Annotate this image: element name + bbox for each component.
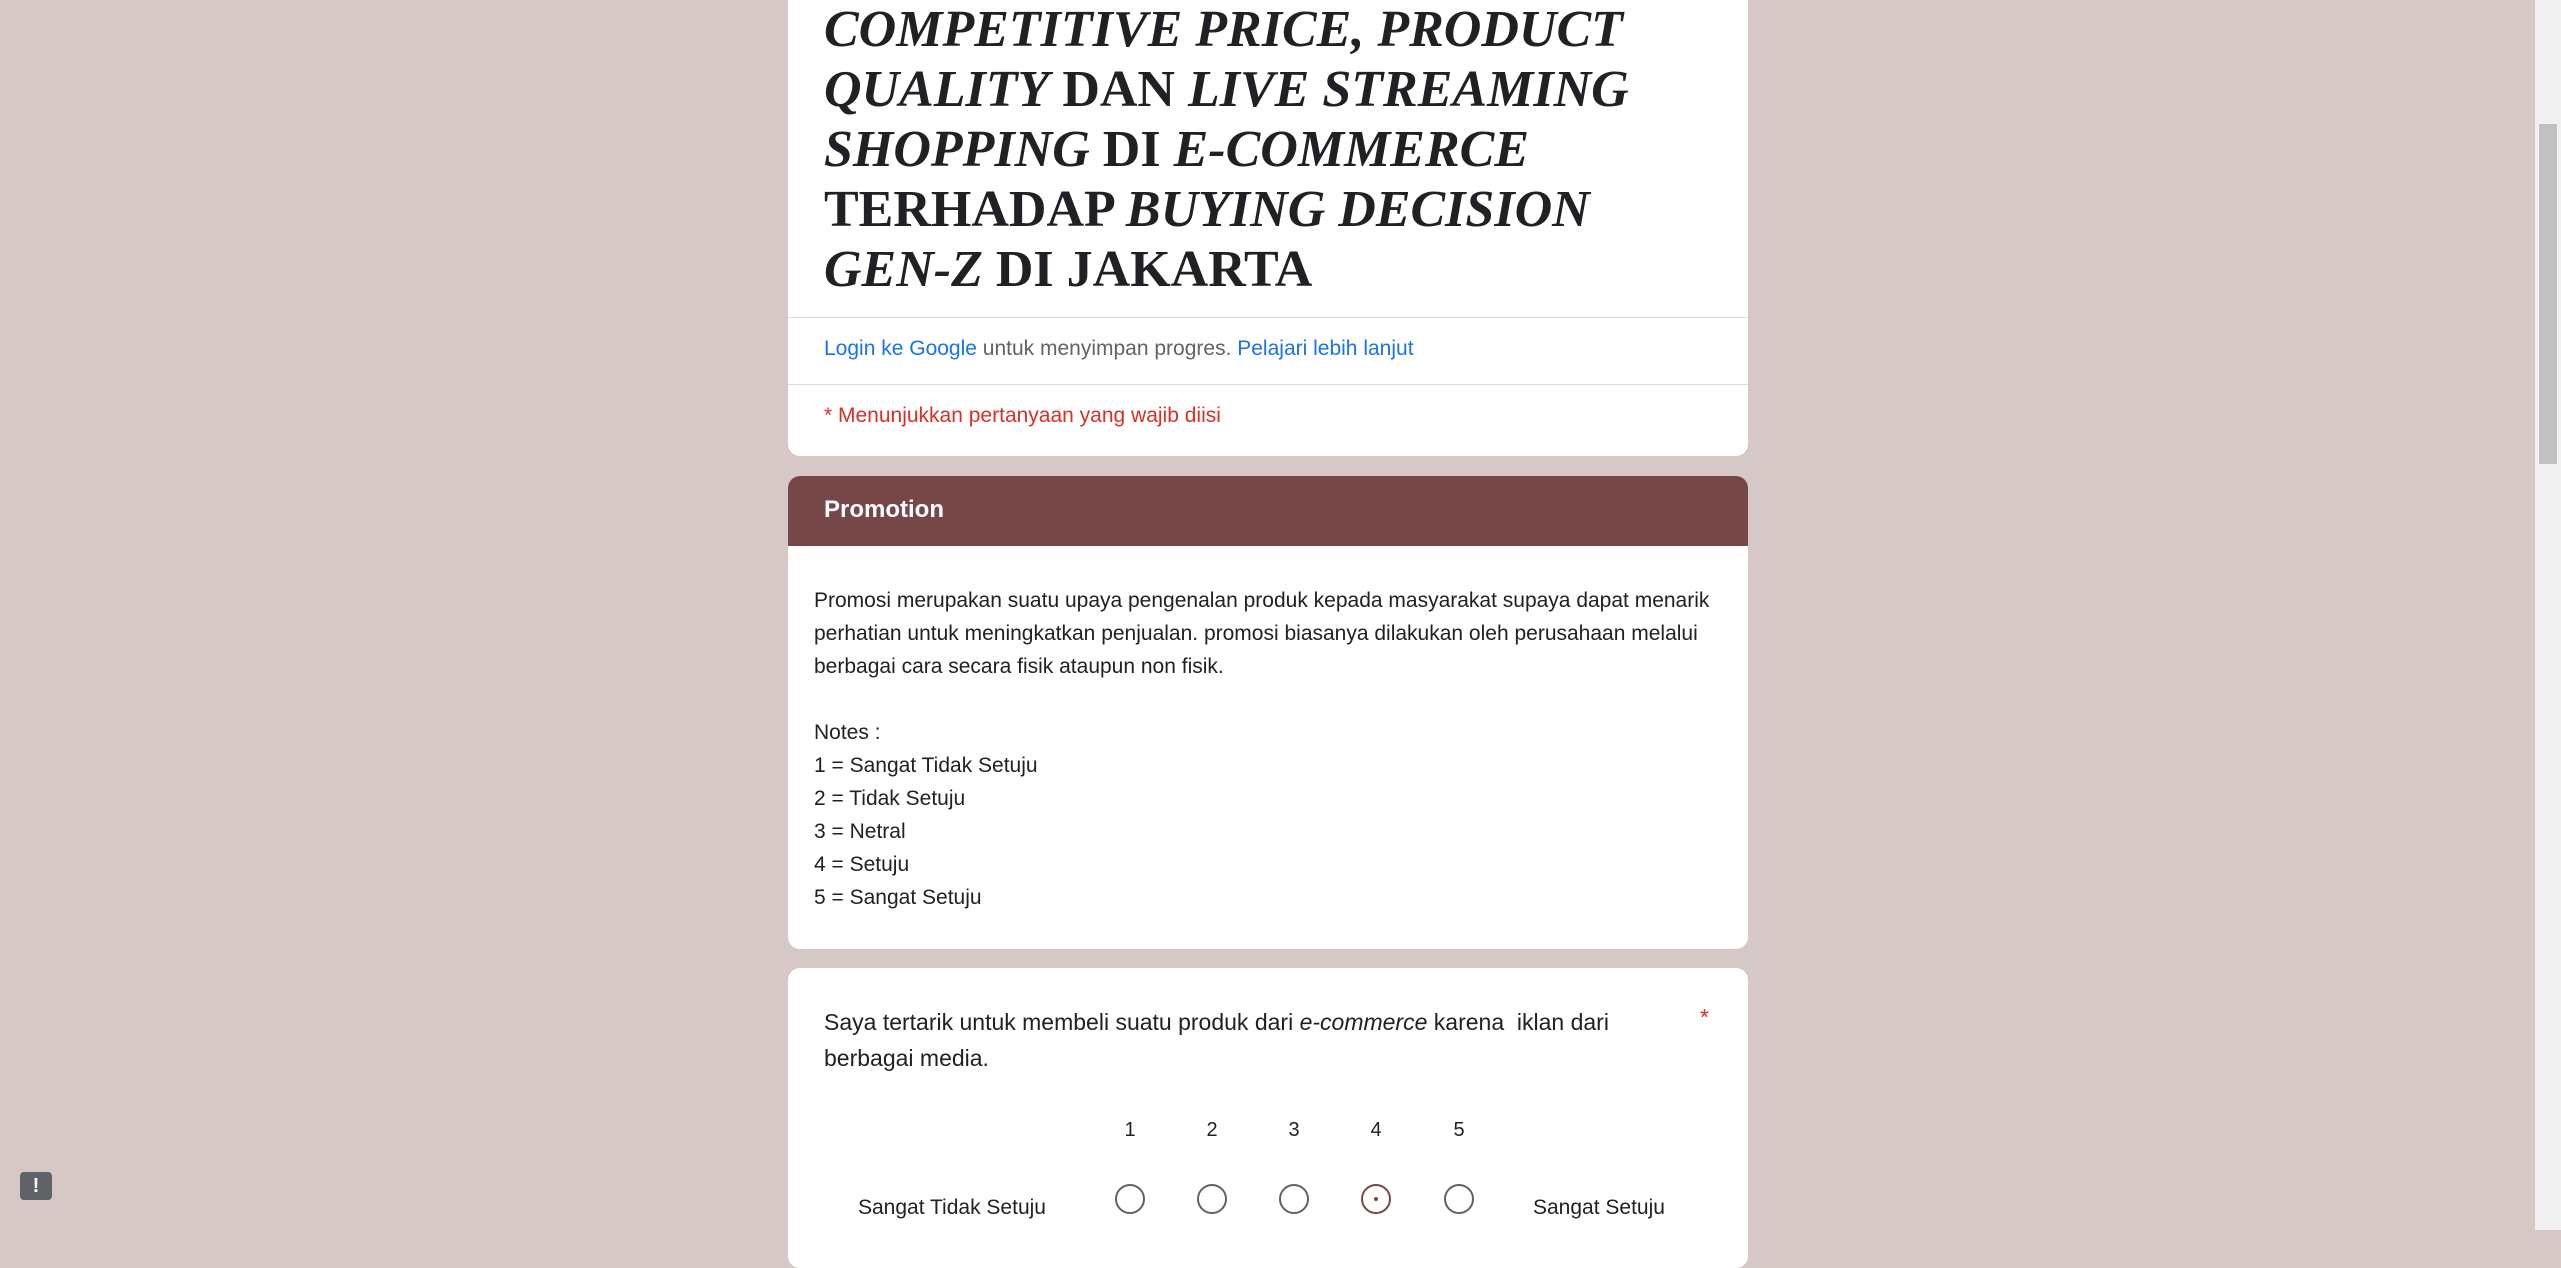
- scrollbar-thumb[interactable]: [2539, 124, 2557, 464]
- title-part: TERHADAP: [824, 181, 1126, 238]
- scale-high-label: Sangat Setuju: [1533, 1196, 1665, 1219]
- radio-option-4[interactable]: [1361, 1184, 1391, 1214]
- title-part: DAN: [1049, 61, 1188, 118]
- required-note: * Menunjukkan pertanyaan yang wajib diis…: [824, 404, 1221, 427]
- title-part: DI: [1089, 121, 1174, 178]
- description-text: Promosi merupakan suatu upaya pengenalan…: [814, 589, 1710, 678]
- scale-number: 2: [1206, 1119, 1218, 1141]
- title-part: DI JAKARTA: [982, 241, 1313, 298]
- learn-more-link[interactable]: Pelajari lebih lanjut: [1237, 337, 1413, 360]
- radio-option-5[interactable]: [1444, 1184, 1474, 1214]
- radio-option-2[interactable]: [1197, 1184, 1227, 1214]
- page-scrollbar[interactable]: [2535, 0, 2561, 1230]
- feedback-icon[interactable]: !: [20, 1172, 52, 1200]
- note-item: 4 = Setuju: [814, 853, 910, 876]
- section-description: Promosi merupakan suatu upaya pengenalan…: [814, 584, 1714, 914]
- radio-option-1[interactable]: [1115, 1184, 1145, 1214]
- note-item: 2 = Tidak Setuju: [814, 787, 966, 810]
- section-title: Promotion: [824, 496, 944, 523]
- scale-number: 3: [1288, 1119, 1300, 1141]
- scale-number: 4: [1370, 1119, 1382, 1141]
- divider: [788, 317, 1748, 318]
- note-item: 3 = Netral: [814, 820, 906, 843]
- note-item: 5 = Sangat Setuju: [814, 886, 982, 909]
- form-header-card: COMPETITIVE PRICE, PRODUCT QUALITY DAN L…: [788, 0, 1748, 456]
- notes-label: Notes :: [814, 721, 881, 744]
- login-row: Login ke Google untuk menyimpan progres.…: [824, 337, 1414, 361]
- login-link[interactable]: Login ke Google: [824, 337, 977, 360]
- note-item: 1 = Sangat Tidak Setuju: [814, 754, 1038, 777]
- scale-number: 1: [1124, 1119, 1136, 1141]
- required-marker: *: [1700, 1004, 1709, 1030]
- radio-option-3[interactable]: [1279, 1184, 1309, 1214]
- divider: [788, 384, 1748, 385]
- question-text-part: e-commerce: [1299, 1009, 1428, 1035]
- section-card: Promotion Promosi merupakan suatu upaya …: [788, 476, 1748, 949]
- title-part: E-COMMERCE: [1173, 121, 1530, 178]
- question-card: Saya tertarik untuk membeli suatu produk…: [788, 968, 1748, 1268]
- scale-number: 5: [1453, 1119, 1465, 1141]
- question-text: Saya tertarik untuk membeli suatu produk…: [824, 1004, 1664, 1076]
- question-text-part: Saya tertarik untuk membeli suatu produk…: [824, 1009, 1300, 1035]
- form-title: COMPETITIVE PRICE, PRODUCT QUALITY DAN L…: [824, 0, 1724, 300]
- login-text: untuk menyimpan progres.: [976, 337, 1238, 360]
- section-header: Promotion: [788, 476, 1748, 546]
- scale-low-label: Sangat Tidak Setuju: [858, 1196, 1046, 1219]
